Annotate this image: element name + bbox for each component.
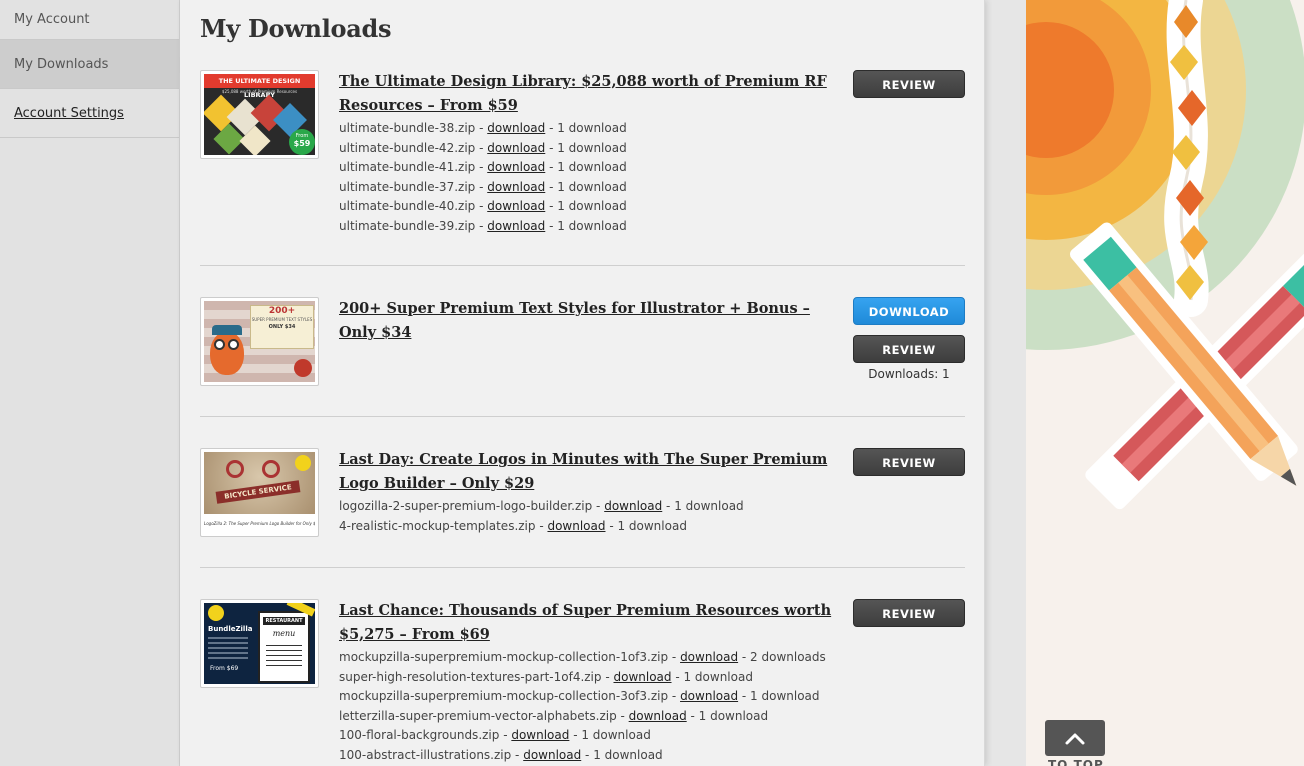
file-name: ultimate-bundle-38.zip - bbox=[339, 121, 488, 135]
file-name: ultimate-bundle-42.zip - bbox=[339, 140, 488, 155]
thumb-banner: THE ULTIMATE DESIGN LIBRARY bbox=[204, 74, 315, 99]
download-link[interactable]: download bbox=[487, 160, 545, 174]
divider bbox=[200, 416, 965, 417]
file-name: ultimate-bundle-39.zip - bbox=[339, 218, 488, 233]
download-link[interactable]: download bbox=[487, 121, 545, 135]
sidebar-item-my-account[interactable]: My Account bbox=[0, 0, 179, 40]
download-link[interactable]: download bbox=[487, 219, 545, 233]
sidebar-item-label: My Account bbox=[14, 12, 90, 27]
file-name: super-high-resolution-textures-part-1of4… bbox=[339, 669, 614, 684]
thumb-menu-title: RESTAURANT bbox=[263, 617, 305, 625]
sidebar-item-account-settings[interactable]: Account Settings bbox=[0, 89, 179, 138]
download-link[interactable]: download bbox=[547, 519, 605, 533]
download-link[interactable]: download bbox=[680, 650, 738, 664]
download-count: - 1 download bbox=[662, 499, 744, 513]
file-name: ultimate-bundle-40.zip - bbox=[339, 199, 488, 213]
product-title-link[interactable]: Last Chance: Thousands of Super Premium … bbox=[339, 599, 839, 647]
download-link[interactable]: download bbox=[680, 689, 738, 703]
sidebar-item-label: Account Settings bbox=[14, 105, 124, 121]
file-item: ultimate-bundle-37.zip - download - 1 do… bbox=[339, 178, 839, 198]
download-count: - 1 download bbox=[581, 747, 663, 762]
file-name: 4-realistic-mockup-templates.zip - bbox=[339, 518, 548, 533]
file-name: 100-abstract-illustrations.zip - bbox=[339, 747, 524, 762]
file-name: logozilla-2-super-premium-logo-builder.z… bbox=[339, 499, 605, 513]
download-count: - 1 download bbox=[545, 199, 627, 213]
download-count: - 1 download bbox=[545, 179, 627, 194]
download-link[interactable]: download bbox=[487, 199, 545, 213]
download-count: - 1 download bbox=[545, 218, 627, 233]
file-item: ultimate-bundle-39.zip - download - 1 do… bbox=[339, 217, 839, 237]
file-name: mockupzilla-superpremium-mockup-collecti… bbox=[339, 650, 681, 664]
file-name: 100-floral-backgrounds.zip - bbox=[339, 728, 512, 742]
download-link[interactable]: download bbox=[629, 709, 687, 723]
download-count: - 1 download bbox=[686, 708, 769, 723]
page-title: My Downloads bbox=[200, 14, 392, 43]
download-link[interactable]: download bbox=[613, 670, 671, 684]
product-thumbnail[interactable]: 200+ SUPER PREMIUM TEXT STYLES ONLY $34 bbox=[200, 297, 319, 386]
to-top-label: TO TOP bbox=[1048, 758, 1104, 766]
thumb-price: From $69 bbox=[210, 665, 239, 672]
decorative-illustration bbox=[1026, 0, 1304, 766]
downloads-panel: My Downloads THE ULTIMATE DESIGN LIBRARY… bbox=[180, 0, 985, 766]
file-name: ultimate-bundle-37.zip - bbox=[339, 179, 488, 194]
file-item: ultimate-bundle-40.zip - download - 1 do… bbox=[339, 197, 839, 217]
file-item: super-high-resolution-textures-part-1of4… bbox=[339, 668, 839, 688]
file-item: ultimate-bundle-38.zip - download - 1 do… bbox=[339, 119, 839, 139]
file-name: ultimate-bundle-41.zip - bbox=[339, 160, 488, 174]
download-link[interactable]: download bbox=[511, 728, 569, 742]
to-top-button[interactable] bbox=[1045, 720, 1105, 756]
download-button[interactable]: DOWNLOAD bbox=[853, 297, 965, 325]
file-item: 100-floral-backgrounds.zip - download - … bbox=[339, 726, 839, 746]
download-count: - 1 download bbox=[605, 518, 687, 533]
download-link[interactable]: download bbox=[487, 141, 545, 155]
file-item: 100-abstract-illustrations.zip - downloa… bbox=[339, 746, 839, 766]
download-count: - 2 downloads bbox=[738, 650, 826, 664]
product-title-link[interactable]: The Ultimate Design Library: $25,088 wor… bbox=[339, 70, 839, 118]
product-thumbnail[interactable]: THE ULTIMATE DESIGN LIBRARY $25,088 wort… bbox=[200, 70, 319, 159]
thumb-caption: LogoZilla 2: The Super Premium Logo Buil… bbox=[204, 514, 315, 533]
file-item: ultimate-bundle-41.zip - download - 1 do… bbox=[339, 158, 839, 178]
thumb-headline: 200+ bbox=[268, 306, 296, 316]
download-count: - 1 download bbox=[569, 728, 651, 742]
download-link[interactable]: download bbox=[487, 180, 545, 194]
file-item: ultimate-bundle-42.zip - download - 1 do… bbox=[339, 139, 839, 159]
download-count: - 1 download bbox=[738, 689, 820, 703]
downloads-count: Downloads: 1 bbox=[868, 367, 950, 381]
thumb-price: ONLY $34 bbox=[268, 324, 296, 330]
review-button[interactable]: REVIEW bbox=[853, 599, 965, 627]
file-name: mockupzilla-superpremium-mockup-collecti… bbox=[339, 689, 681, 703]
file-item: mockupzilla-superpremium-mockup-collecti… bbox=[339, 648, 839, 668]
file-list: logozilla-2-super-premium-logo-builder.z… bbox=[339, 497, 839, 536]
download-count: - 1 download bbox=[545, 121, 627, 135]
product-title-link[interactable]: 200+ Super Premium Text Styles for Illus… bbox=[339, 297, 839, 345]
thumb-price: $59 bbox=[293, 139, 311, 148]
file-item: 4-realistic-mockup-templates.zip - downl… bbox=[339, 517, 839, 537]
review-button[interactable]: REVIEW bbox=[853, 70, 965, 98]
download-count: - 1 download bbox=[545, 140, 627, 155]
thumb-menu-word: menu bbox=[272, 629, 296, 638]
divider bbox=[200, 567, 965, 568]
thumb-brand: BundleZilla bbox=[208, 625, 253, 633]
file-name: letterzilla-super-premium-vector-alphabe… bbox=[339, 708, 629, 723]
pencils-illustration bbox=[1026, 0, 1304, 510]
download-link[interactable]: download bbox=[604, 499, 662, 513]
product-title-link[interactable]: Last Day: Create Logos in Minutes with T… bbox=[339, 448, 839, 496]
sidebar-item-label: My Downloads bbox=[14, 56, 109, 72]
file-item: logozilla-2-super-premium-logo-builder.z… bbox=[339, 497, 839, 517]
file-list: mockupzilla-superpremium-mockup-collecti… bbox=[339, 648, 839, 765]
divider bbox=[200, 265, 965, 266]
file-item: letterzilla-super-premium-vector-alphabe… bbox=[339, 707, 839, 727]
download-count: - 1 download bbox=[545, 160, 627, 174]
product-thumbnail[interactable]: BundleZilla From $69 RESTAURANT menu bbox=[200, 599, 319, 688]
chevron-up-icon bbox=[1065, 733, 1085, 745]
sidebar-item-my-downloads[interactable]: My Downloads bbox=[0, 40, 187, 89]
account-sidebar: My Account My Downloads Account Settings bbox=[0, 0, 187, 766]
file-list: ultimate-bundle-38.zip - download - 1 do… bbox=[339, 119, 839, 236]
download-link[interactable]: download bbox=[523, 748, 581, 762]
product-thumbnail[interactable]: BICYCLE SERVICE LogoZilla 2: The Super P… bbox=[200, 448, 319, 537]
download-count: - 1 download bbox=[671, 669, 753, 684]
review-button[interactable]: REVIEW bbox=[853, 448, 965, 476]
file-item: mockupzilla-superpremium-mockup-collecti… bbox=[339, 687, 839, 707]
review-button[interactable]: REVIEW bbox=[853, 335, 965, 363]
